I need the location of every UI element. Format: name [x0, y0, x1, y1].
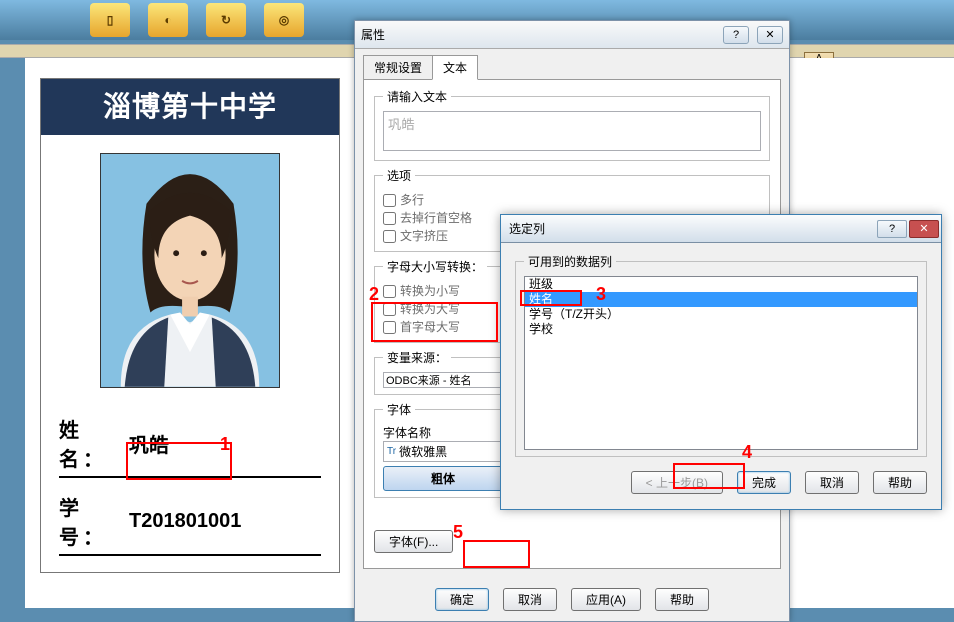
- options-legend: 选项: [383, 167, 415, 184]
- cancel-button[interactable]: 取消: [805, 471, 859, 494]
- columns-legend: 可用到的数据列: [524, 253, 616, 270]
- id-label: 学号：: [59, 492, 129, 550]
- id-value[interactable]: T201801001: [129, 510, 241, 533]
- properties-title: 属性: [361, 26, 385, 43]
- name-value[interactable]: 巩皓: [129, 429, 169, 458]
- anno-1: 1: [220, 434, 230, 455]
- select-col-title: 选定列: [509, 220, 545, 237]
- id-fields: 姓名： 巩皓 学号： T201801001: [59, 414, 321, 556]
- input-text-group: 请输入文本: [374, 88, 770, 161]
- close-icon[interactable]: ✕: [909, 220, 939, 238]
- name-label: 姓名：: [59, 414, 129, 472]
- anno-2: 2: [369, 284, 379, 305]
- var-source-select[interactable]: [383, 372, 503, 388]
- tool-bookmark-icon[interactable]: ▯: [90, 3, 130, 37]
- input-text-label: 请输入文本: [383, 88, 451, 105]
- tab-general[interactable]: 常规设置: [363, 55, 433, 80]
- tool-contrast-icon[interactable]: ◐: [148, 3, 188, 37]
- option-multiline[interactable]: 多行: [383, 191, 761, 208]
- font-dialog-button[interactable]: 字体(F)...: [374, 530, 453, 553]
- anno-3: 3: [596, 284, 606, 305]
- columns-listbox[interactable]: 班级 姓名 学号（T/Z开头） 学校: [524, 276, 918, 450]
- name-row: 姓名： 巩皓: [59, 414, 321, 478]
- id-card[interactable]: 淄博第十中学 姓名： 巩皓: [40, 78, 340, 573]
- text-input[interactable]: [383, 111, 761, 151]
- bold-button[interactable]: 粗体: [383, 466, 503, 491]
- case-legend: 字母大小写转换：: [383, 258, 487, 275]
- var-source-legend: 变量来源：: [383, 349, 451, 366]
- select-col-titlebar[interactable]: 选定列 ? ✕: [501, 215, 941, 243]
- font-name-field[interactable]: Tr 微软雅黑: [383, 441, 503, 462]
- help-icon[interactable]: ?: [723, 26, 749, 44]
- list-item[interactable]: 姓名: [525, 292, 917, 307]
- truetype-icon: Tr: [387, 446, 396, 457]
- list-item[interactable]: 学校: [525, 322, 917, 337]
- finish-button[interactable]: 完成: [737, 471, 791, 494]
- help-icon[interactable]: ?: [877, 220, 907, 238]
- tool-cd-icon[interactable]: ◎: [264, 3, 304, 37]
- properties-titlebar[interactable]: 属性 ? ✕: [355, 21, 789, 49]
- anno-5: 5: [453, 522, 463, 543]
- tab-text[interactable]: 文本: [432, 55, 478, 80]
- tool-loop-icon[interactable]: ↻: [206, 3, 246, 37]
- student-id-row: 学号： T201801001: [59, 492, 321, 556]
- select-column-dialog: 选定列 ? ✕ 可用到的数据列 班级 姓名 学号（T/Z开头） 学校 < 上一步…: [500, 214, 942, 510]
- list-item[interactable]: 学号（T/Z开头）: [525, 307, 917, 322]
- card-school-name: 淄博第十中学: [41, 79, 339, 135]
- id-photo[interactable]: [100, 153, 280, 388]
- font-legend: 字体: [383, 401, 415, 418]
- anno-4: 4: [742, 442, 752, 463]
- person-silhouette: [101, 154, 279, 387]
- list-item[interactable]: 班级: [525, 277, 917, 292]
- back-button: < 上一步(B): [631, 471, 723, 494]
- close-icon[interactable]: ✕: [757, 26, 783, 44]
- font-name-value: 微软雅黑: [399, 443, 447, 460]
- help-button[interactable]: 帮助: [873, 471, 927, 494]
- columns-group: 可用到的数据列 班级 姓名 学号（T/Z开头） 学校: [515, 253, 927, 457]
